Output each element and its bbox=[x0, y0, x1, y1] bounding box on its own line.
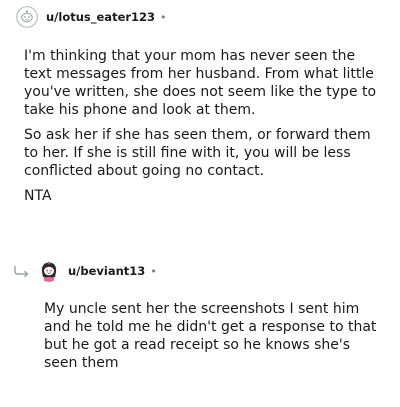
default-user-avatar-icon[interactable] bbox=[16, 6, 38, 28]
meta-separator: • bbox=[150, 264, 157, 278]
comment-header: u/lotus_eater123 • bbox=[16, 5, 167, 29]
snoo-avatar-icon[interactable] bbox=[38, 260, 60, 282]
meta-separator: • bbox=[160, 10, 167, 24]
comment-paragraph: I'm thinking that your mom has never see… bbox=[24, 48, 377, 118]
reply-arrow-icon bbox=[12, 263, 32, 279]
comment-header: u/beviant13 • bbox=[12, 259, 157, 283]
comment-body: My uncle sent her the screenshots I sent… bbox=[44, 300, 386, 372]
comment-paragraph: NTA bbox=[24, 188, 52, 204]
comment-paragraph: So ask her if she has seen them, or forw… bbox=[24, 127, 371, 179]
comment-paragraph: My uncle sent her the screenshots I sent… bbox=[44, 301, 377, 371]
comment-author-link[interactable]: u/lotus_eater123 bbox=[46, 10, 155, 24]
comment-body: I'm thinking that your mom has never see… bbox=[24, 47, 384, 205]
comment-author-link[interactable]: u/beviant13 bbox=[68, 264, 145, 278]
